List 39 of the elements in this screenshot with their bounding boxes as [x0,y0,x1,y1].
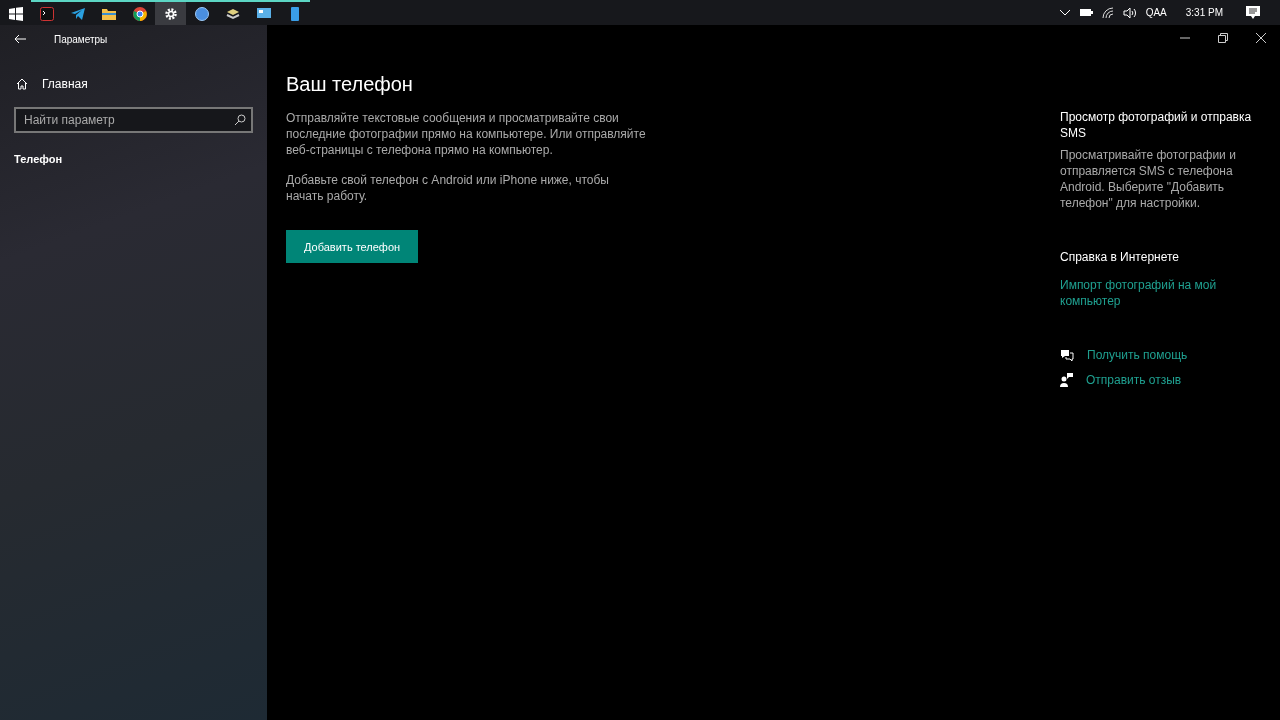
app-icon [225,7,240,20]
person-icon [1060,373,1073,387]
taskbar-app[interactable] [155,0,186,25]
monitor-icon [256,7,271,20]
search-icon [234,114,246,126]
chat-bubbles-icon [1060,348,1074,362]
back-arrow-icon[interactable] [14,34,26,44]
folder-icon [101,7,116,20]
paper-plane-icon [70,6,85,21]
add-phone-button[interactable]: Добавить телефон [286,230,419,263]
home-link[interactable]: Главная [14,73,90,95]
section-heading: Телефон [14,153,64,165]
description-text: Добавьте свой телефон с Android или iPhone ниже, чтобы начать работу. [286,172,610,204]
notifications-icon[interactable] [1246,6,1260,19]
battery-icon[interactable] [1078,8,1093,17]
aside-text: Просматривайте фотографии и отправляется SMS с телефона Android. Выберите "Добавить телефон" для настройки. [1060,147,1237,211]
aside-heading: Справка в Интернете [1060,249,1180,265]
description-text: Отправляйте текстовые сообщения и просматривайте свои последние фотографии прямо на компьютере. Или отправляйте веб-страницы с телефона прямо на компьютер. [286,110,646,158]
aside-heading: Просмотр фотографий и отправка SMS [1060,109,1253,141]
language-indicator[interactable]: QAA [1145,7,1167,18]
terminal-icon [39,6,54,21]
windows-logo-icon [8,6,23,21]
wifi-icon[interactable] [1101,6,1114,19]
gear-icon [163,6,178,21]
browser-icon [132,6,147,21]
circle-icon [194,6,209,21]
help-link[interactable]: Импорт фотографий на мой компьютер [1060,277,1260,309]
action-link[interactable]: Получить помощь [1087,347,1188,363]
search-field[interactable]: Найти параметр [14,107,253,133]
window-title: Параметры [54,33,108,45]
action-link[interactable]: Отправить отзыв [1086,372,1182,388]
restore-icon[interactable] [1218,33,1228,43]
phone-icon [290,6,299,21]
speaker-icon[interactable] [1122,6,1137,19]
chevron-up-icon[interactable] [1059,9,1070,16]
close-icon[interactable] [1256,33,1266,43]
page-title: Ваш телефон [286,73,414,96]
home-icon [16,78,28,90]
clock[interactable]: 3:31 PM [1185,7,1223,18]
